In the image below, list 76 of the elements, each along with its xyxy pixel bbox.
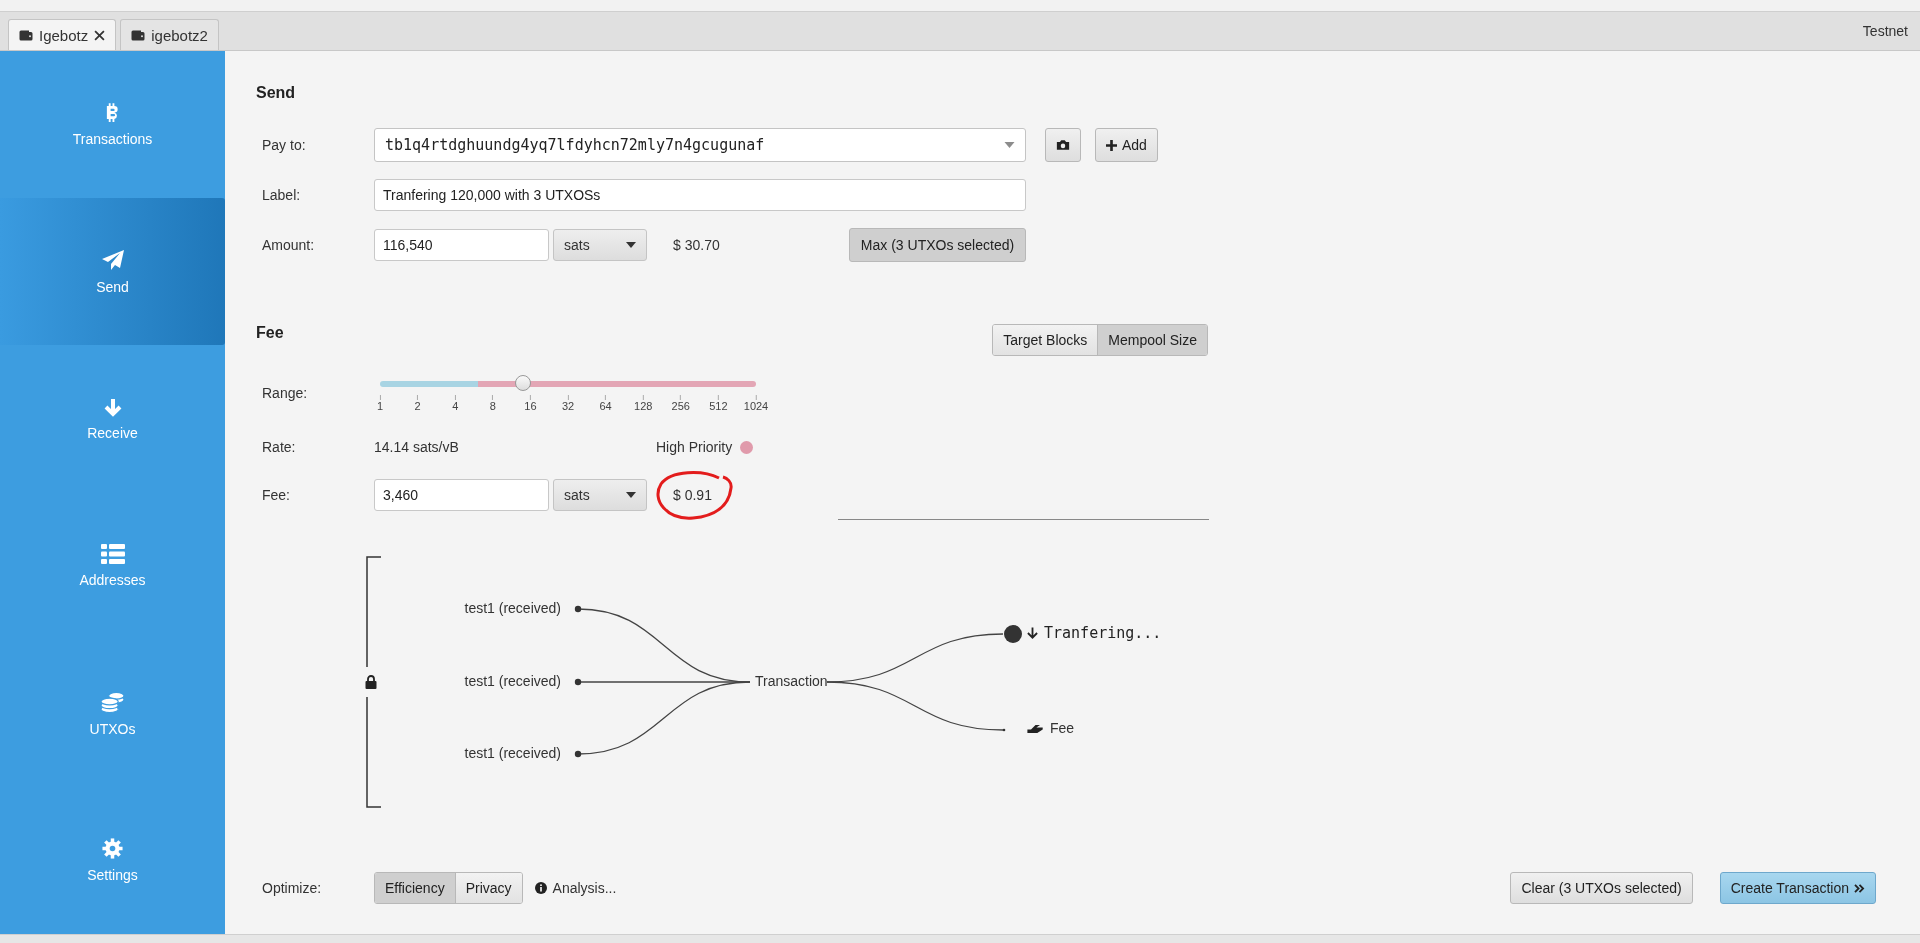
- dropdown-caret-icon: [1004, 142, 1015, 148]
- tick-label: 1: [376, 395, 384, 412]
- fee-mode-toggle[interactable]: Mempool Size: [1097, 325, 1207, 355]
- input-label: test1 (received): [464, 745, 561, 761]
- unit-dropdown[interactable]: sats: [553, 479, 647, 511]
- tick-label: 16: [524, 395, 537, 412]
- field-label: Amount:: [262, 237, 316, 253]
- output-dot: [1004, 625, 1022, 643]
- network-label: Testnet: [1862, 23, 1908, 39]
- field-label: Range:: [262, 385, 309, 401]
- paper-plane-icon: [100, 248, 125, 271]
- field-label: Optimize:: [262, 880, 323, 896]
- wallet-tab[interactable]: Igebotz: [8, 19, 117, 50]
- max-button[interactable]: Max (3 UTXOs selected): [849, 228, 1026, 262]
- dropdown-caret-icon: [626, 242, 636, 248]
- fee-rate-value: 14.14 sats/vB: [374, 439, 460, 455]
- fee-fiat-amount: $ 0.91: [673, 487, 713, 503]
- tick-label: 8: [489, 395, 496, 412]
- address-combo-field[interactable]: tb1q4rtdghuundg4yq7lfdyhcn72mly7n4gcugunaf: [374, 128, 1026, 162]
- wallet-icon: [19, 29, 33, 41]
- output-label: Tranfering...: [1044, 624, 1162, 642]
- input-label: test1 (received): [464, 600, 561, 616]
- double-chevron-icon: [1854, 883, 1865, 893]
- wallet-tab[interactable]: igebotz2: [120, 19, 219, 50]
- bitcoin-icon: [105, 102, 120, 124]
- analysis-link[interactable]: Analysis...: [552, 880, 617, 896]
- tick-label: 32: [561, 395, 575, 412]
- settings-icon: [102, 837, 123, 859]
- create-transaction-button[interactable]: Create Transaction: [1719, 872, 1876, 904]
- field-label: Fee:: [262, 487, 291, 503]
- priority-dot: [740, 440, 754, 454]
- section-heading: Fee: [256, 324, 284, 342]
- fee-mode-toggle[interactable]: Target Blocks: [993, 325, 1098, 355]
- dropdown-caret-icon: [626, 492, 636, 498]
- label-input-field[interactable]: Tranfering 120,000 with 3 UTXOSs: [374, 179, 1026, 211]
- plus-icon: [1106, 139, 1117, 151]
- camera-button[interactable]: [1045, 128, 1081, 162]
- tick-label: 1024: [743, 395, 769, 412]
- slider-thumb[interactable]: [514, 375, 531, 391]
- priority-label: High Priority: [656, 439, 733, 455]
- field-label: Pay to:: [262, 137, 307, 153]
- close-icon[interactable]: [94, 29, 106, 41]
- wallet-icon: [131, 29, 146, 41]
- add-button[interactable]: Add: [1095, 128, 1158, 162]
- optimize-toggle[interactable]: Privacy: [454, 873, 522, 903]
- input-dot: [574, 750, 582, 758]
- fee-range-slider[interactable]: 1 2 4 8 16 32 64 128 256 512 1024: [368, 371, 768, 415]
- tick-label: 256: [671, 395, 690, 412]
- tick-label: 4: [452, 395, 459, 412]
- fee-input-field[interactable]: 3,460: [374, 479, 549, 511]
- input-dot: [574, 605, 582, 613]
- clear-button[interactable]: Clear (3 UTXOs selected): [1510, 872, 1693, 904]
- output-dot: [1002, 728, 1006, 732]
- input-dot: [574, 678, 582, 686]
- tick-label: 64: [599, 395, 612, 412]
- tick-label: 512: [709, 395, 728, 412]
- section-heading: Send: [256, 84, 296, 102]
- output-label: Fee: [1050, 720, 1075, 736]
- info-icon: [534, 882, 547, 894]
- transaction-label: Transaction: [755, 673, 828, 689]
- lock-icon: [365, 675, 377, 689]
- amount-input-field[interactable]: 116,540: [374, 229, 549, 261]
- sidebar-item[interactable]: Send: [0, 198, 225, 346]
- field-label: Label:: [262, 187, 302, 203]
- camera-icon: [1056, 139, 1070, 151]
- optimize-toggle[interactable]: Efficiency: [375, 873, 455, 903]
- arrow-down-icon: [102, 396, 123, 417]
- input-label: test1 (received): [464, 673, 561, 689]
- unit-dropdown[interactable]: sats: [553, 229, 647, 261]
- fiat-amount: $ 30.70: [673, 237, 721, 253]
- tick-label: 2: [414, 395, 421, 412]
- arrow-down-icon: [1027, 627, 1038, 639]
- hand-icon: [1027, 723, 1044, 733]
- field-label: Rate:: [262, 439, 297, 455]
- tick-label: 128: [634, 395, 653, 412]
- list-icon: [100, 544, 125, 565]
